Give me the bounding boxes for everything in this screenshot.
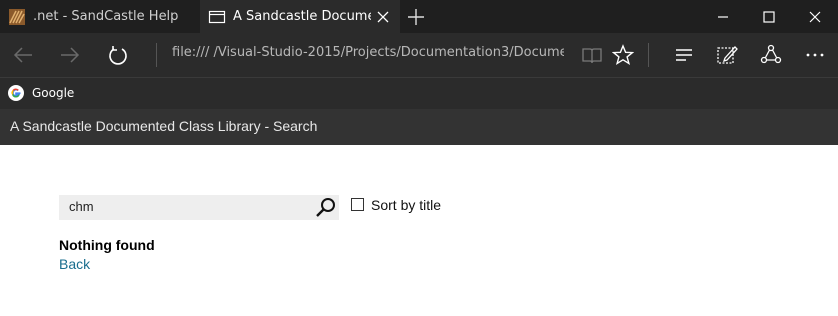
favorites-bar: Google <box>0 77 838 109</box>
star-icon[interactable] <box>609 41 637 69</box>
tab-sandcastle-help[interactable]: .net - SandCastle Help File B <box>0 0 200 33</box>
close-window-icon[interactable] <box>792 0 838 33</box>
minimize-icon[interactable] <box>700 0 746 33</box>
close-tab-icon[interactable] <box>373 7 393 27</box>
address-separator <box>156 43 157 67</box>
back-link[interactable]: Back <box>59 256 90 272</box>
search-icon[interactable] <box>314 196 338 219</box>
arrow-right-icon[interactable] <box>56 41 84 69</box>
navigation-bar: file:/// /Visual-Studio-2015/Projects/Do… <box>0 33 838 77</box>
sandcastle-favicon-icon <box>9 8 25 25</box>
page-header: A Sandcastle Documented Class Library - … <box>0 109 838 145</box>
sort-by-title-label: Sort by title <box>371 197 442 213</box>
result-message: Nothing found <box>59 237 155 253</box>
tab-title: .net - SandCastle Help File B <box>33 9 181 24</box>
page-icon <box>208 10 226 23</box>
new-tab-icon[interactable] <box>405 6 427 28</box>
maximize-icon[interactable] <box>746 0 792 33</box>
refresh-icon[interactable] <box>104 41 132 69</box>
google-icon <box>8 85 24 101</box>
search-input[interactable]: chm <box>69 199 94 214</box>
tab-strip: .net - SandCastle Help File B A Sandcast… <box>0 0 838 33</box>
pen-note-icon[interactable] <box>713 41 741 69</box>
tab-title: A Sandcastle Document <box>233 9 371 24</box>
sort-by-title-checkbox[interactable] <box>351 198 364 211</box>
hub-icon[interactable] <box>670 41 698 69</box>
favorite-google[interactable]: Google <box>8 85 74 101</box>
tab-sandcastle-document[interactable]: A Sandcastle Document <box>200 0 400 33</box>
book-icon[interactable] <box>578 41 606 69</box>
more-icon[interactable] <box>801 41 829 69</box>
toolbar-separator <box>648 43 649 67</box>
search-box[interactable]: chm <box>59 195 339 220</box>
address-bar-url[interactable]: file:/// /Visual-Studio-2015/Projects/Do… <box>172 45 564 60</box>
share-icon[interactable] <box>757 41 785 69</box>
arrow-left-icon[interactable] <box>9 41 37 69</box>
page-title: A Sandcastle Documented Class Library - … <box>10 118 318 134</box>
favorite-label: Google <box>32 86 75 100</box>
